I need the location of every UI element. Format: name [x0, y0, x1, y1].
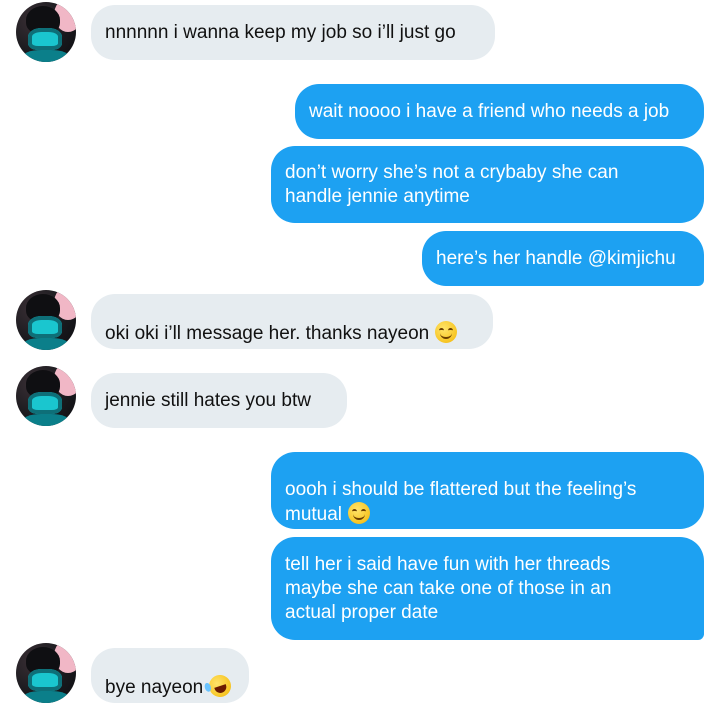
received-message-bubble[interactable]: nnnnnn i wanna keep my job so i’ll just … — [91, 5, 495, 60]
smiling-face-icon — [348, 502, 371, 524]
sent-message-bubble[interactable]: tell her i said have fun with her thread… — [271, 537, 704, 640]
message-text: tell her i said have fun with her thread… — [285, 553, 612, 623]
avatar[interactable] — [16, 290, 76, 350]
message-text: wait noooo i have a friend who needs a j… — [309, 100, 670, 122]
avatar[interactable] — [16, 366, 76, 426]
smiling-face-icon — [435, 321, 458, 343]
sent-message-bubble[interactable]: wait noooo i have a friend who needs a j… — [295, 84, 704, 139]
message-text: oooh i should be flattered but the feeli… — [285, 479, 637, 525]
sent-message-bubble[interactable]: here’s her handle @kimjichu — [422, 231, 704, 286]
message-text: nnnnnn i wanna keep my job so i’ll just … — [105, 21, 456, 43]
avatar[interactable] — [16, 643, 76, 703]
message-text: don’t worry she’s not a crybaby she can … — [285, 161, 619, 207]
received-message-bubble[interactable]: jennie still hates you btw — [91, 373, 347, 428]
message-text: bye nayeon — [105, 651, 235, 700]
sent-message-bubble[interactable]: don’t worry she’s not a crybaby she can … — [271, 146, 704, 223]
received-message-bubble[interactable]: oki oki i’ll message her. thanks nayeon — [91, 294, 493, 349]
avatar[interactable] — [16, 2, 76, 62]
received-message-bubble[interactable]: bye nayeon — [91, 648, 249, 703]
message-text: jennie still hates you btw — [105, 389, 311, 411]
rolling-laughing-face-icon — [206, 672, 235, 700]
message-text: oki oki i’ll message her. thanks nayeon — [105, 297, 458, 346]
message-text: here’s her handle @kimjichu — [436, 247, 676, 269]
sent-message-bubble[interactable]: oooh i should be flattered but the feeli… — [271, 452, 704, 529]
